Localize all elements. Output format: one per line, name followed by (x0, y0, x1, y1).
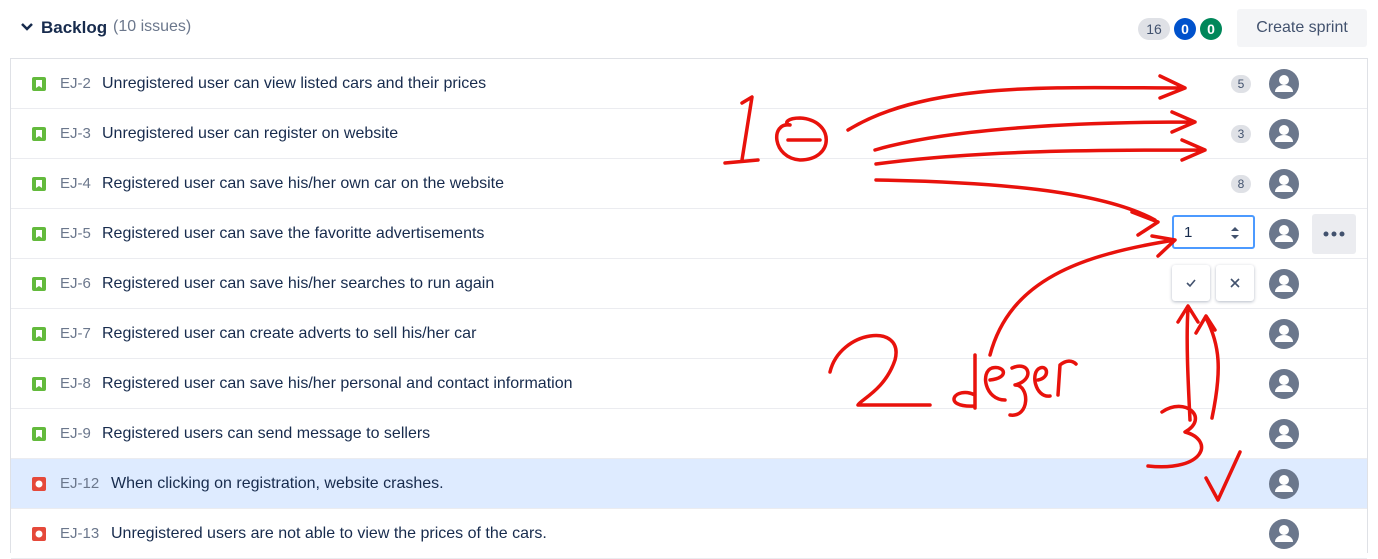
issue-row[interactable]: EJ-13 Unregistered users are not able to… (11, 509, 1367, 559)
issue-summary: Registered user can save the favoritte a… (102, 225, 485, 242)
inprogress-estimate-badge: 0 (1174, 18, 1196, 40)
chevron-down-icon[interactable] (20, 20, 34, 34)
more-icon (1323, 231, 1345, 237)
avatar-icon[interactable] (1269, 269, 1299, 299)
issue-summary: Unregistered users are not able to view … (111, 525, 547, 542)
issue-key[interactable]: EJ-13 (60, 525, 99, 542)
issue-list: EJ-2 Unregistered user can view listed c… (10, 58, 1368, 559)
issue-row[interactable]: EJ-3 Unregistered user can register on w… (11, 109, 1367, 159)
backlog-header: Backlog (10 issues) 16 0 0 Create sprint (0, 0, 1378, 58)
avatar-icon[interactable] (1269, 469, 1299, 499)
issue-key[interactable]: EJ-8 (60, 375, 91, 392)
avatar-icon[interactable] (1269, 419, 1299, 449)
story-point-badge[interactable]: 3 (1231, 125, 1251, 143)
story-point-input[interactable] (1172, 215, 1255, 249)
issue-key[interactable]: EJ-2 (60, 75, 91, 92)
issue-summary: Registered user can save his/her own car… (102, 175, 504, 192)
issue-row[interactable]: EJ-6 Registered user can save his/her se… (11, 259, 1367, 309)
issue-summary: Unregistered user can register on websit… (102, 125, 399, 142)
spinner-icon[interactable] (1229, 223, 1241, 243)
story-icon (32, 427, 46, 441)
close-icon (1230, 278, 1240, 288)
story-point-badge[interactable]: 5 (1231, 75, 1251, 93)
avatar-icon[interactable] (1269, 69, 1299, 99)
issue-key[interactable]: EJ-4 (60, 175, 91, 192)
cancel-estimate-button[interactable] (1216, 265, 1254, 301)
avatar-icon[interactable] (1269, 369, 1299, 399)
story-icon (32, 227, 46, 241)
issue-key[interactable]: EJ-5 (60, 225, 91, 242)
issue-row[interactable]: EJ-2 Unregistered user can view listed c… (11, 59, 1367, 109)
todo-estimate-badge: 16 (1138, 18, 1170, 40)
issue-count: (10 issues) (113, 18, 192, 35)
more-actions-button[interactable] (1312, 214, 1356, 254)
avatar-icon[interactable] (1269, 219, 1299, 249)
story-icon (32, 77, 46, 91)
story-icon (32, 327, 46, 341)
issue-key[interactable]: EJ-9 (60, 425, 91, 442)
avatar-icon[interactable] (1269, 519, 1299, 549)
bug-icon (32, 477, 46, 491)
issue-summary: Registered user can save his/her searche… (102, 275, 495, 292)
issue-row[interactable]: EJ-8 Registered user can save his/her pe… (11, 359, 1367, 409)
issue-key[interactable]: EJ-3 (60, 125, 91, 142)
avatar-icon[interactable] (1269, 119, 1299, 149)
issue-row[interactable]: EJ-12 When clicking on registration, web… (11, 459, 1367, 509)
create-sprint-button[interactable]: Create sprint (1237, 9, 1367, 47)
story-icon (32, 277, 46, 291)
issue-summary: Registered user can create adverts to se… (102, 325, 477, 342)
issue-summary: Registered users can send message to sel… (102, 425, 431, 442)
avatar-icon[interactable] (1269, 319, 1299, 349)
issue-summary: When clicking on registration, website c… (111, 475, 444, 492)
issue-key[interactable]: EJ-7 (60, 325, 91, 342)
issue-row[interactable]: EJ-7 Registered user can create adverts … (11, 309, 1367, 359)
bug-icon (32, 527, 46, 541)
done-estimate-badge: 0 (1200, 18, 1222, 40)
issue-row[interactable]: EJ-4 Registered user can save his/her ow… (11, 159, 1367, 209)
issue-summary: Registered user can save his/her persona… (102, 375, 573, 392)
issue-row[interactable]: EJ-5 Registered user can save the favori… (11, 209, 1367, 259)
avatar-icon[interactable] (1269, 169, 1299, 199)
issue-row[interactable]: EJ-9 Registered users can send message t… (11, 409, 1367, 459)
story-icon (32, 177, 46, 191)
confirm-estimate-button[interactable] (1172, 265, 1210, 301)
backlog-title[interactable]: Backlog (41, 18, 107, 38)
story-icon (32, 377, 46, 391)
check-icon (1186, 279, 1196, 288)
issue-key[interactable]: EJ-12 (60, 475, 99, 492)
story-point-badge[interactable]: 8 (1231, 175, 1251, 193)
issue-summary: Unregistered user can view listed cars a… (102, 75, 487, 92)
story-icon (32, 127, 46, 141)
issue-key[interactable]: EJ-6 (60, 275, 91, 292)
